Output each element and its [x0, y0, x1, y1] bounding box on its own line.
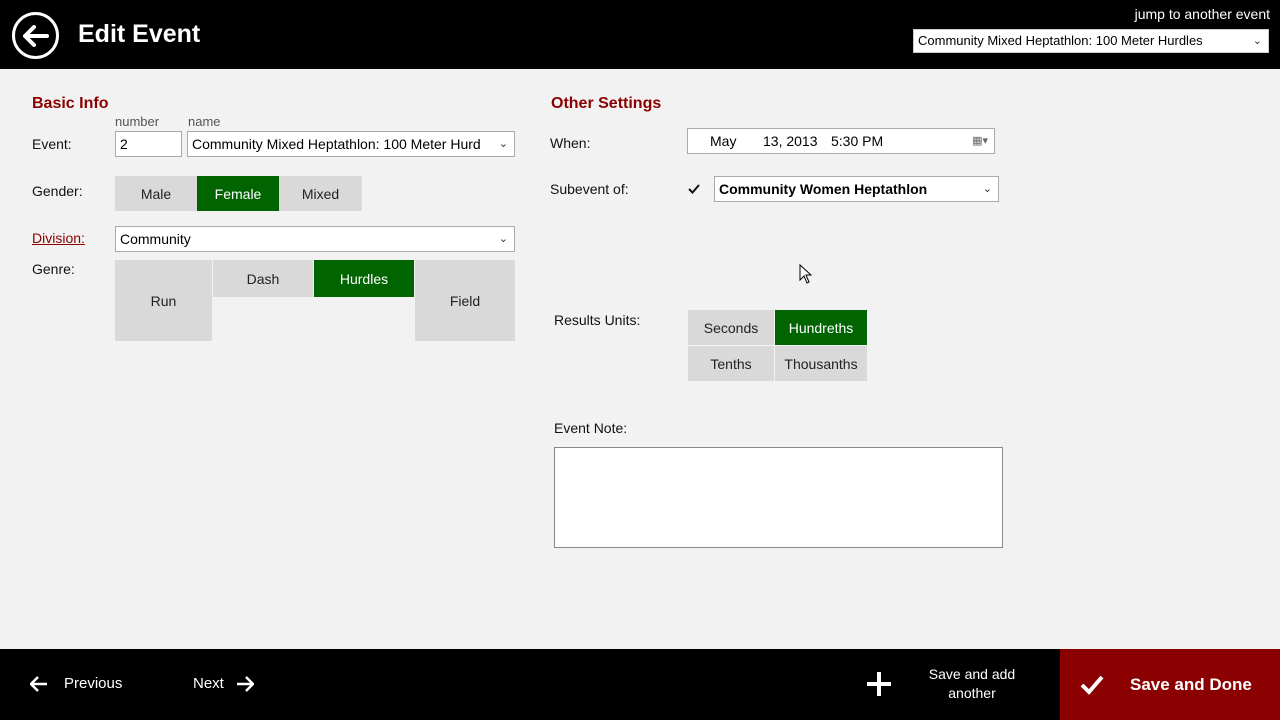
- chevron-down-icon: ⌄: [498, 138, 508, 150]
- header-bar: Edit Event jump to another event Communi…: [0, 0, 1280, 69]
- results-units-label: Results Units:: [554, 312, 641, 328]
- save-add-another-label: Save and add another: [928, 666, 1016, 701]
- name-column-label: name: [188, 114, 221, 129]
- checkmark-icon: [1080, 675, 1104, 695]
- basic-info-title: Basic Info: [32, 95, 109, 112]
- when-time: 5:30 PM: [831, 133, 884, 149]
- when-label: When:: [550, 135, 591, 151]
- units-seconds-button[interactable]: Seconds: [688, 310, 774, 345]
- arrow-right-icon: [236, 675, 254, 692]
- previous-button[interactable]: Previous: [30, 675, 122, 692]
- when-month: May: [710, 133, 737, 149]
- gender-female-button[interactable]: Female: [197, 176, 279, 211]
- arrow-left-icon: [22, 24, 49, 47]
- division-link[interactable]: Division:: [32, 230, 85, 246]
- save-and-done-button[interactable]: Save and Done: [1060, 649, 1280, 720]
- when-datetime-picker[interactable]: May 13, 2013 5:30 PM ▦▾: [687, 128, 995, 154]
- event-note-textarea[interactable]: [554, 447, 1003, 548]
- checkmark-icon: [688, 184, 700, 194]
- jump-label: jump to another event: [1134, 6, 1270, 22]
- number-column-label: number: [115, 114, 160, 129]
- chevron-down-icon: ⌄: [498, 233, 508, 245]
- event-name-value: Community Mixed Heptathlon: 100 Meter Hu…: [192, 136, 481, 152]
- chevron-down-icon: ⌄: [1252, 35, 1262, 47]
- division-value: Community: [120, 231, 191, 247]
- genre-hurdles-button[interactable]: Hurdles: [314, 260, 414, 297]
- units-hundreths-button[interactable]: Hundreths: [775, 310, 867, 345]
- gender-label: Gender:: [32, 183, 83, 199]
- chevron-down-icon: ⌄: [982, 183, 992, 195]
- genre-run-button[interactable]: Run: [115, 260, 212, 341]
- division-select[interactable]: Community ⌄: [115, 226, 515, 252]
- footer-bar: Previous Next Save and add another Save …: [0, 649, 1280, 720]
- mouse-cursor-icon: [799, 264, 813, 284]
- save-and-done-label: Save and Done: [1130, 674, 1252, 694]
- genre-field-button[interactable]: Field: [415, 260, 515, 341]
- calendar-icon[interactable]: ▦▾: [972, 129, 988, 153]
- gender-male-button[interactable]: Male: [115, 176, 197, 211]
- plus-icon: [867, 672, 891, 696]
- event-note-label: Event Note:: [554, 420, 628, 436]
- page-title: Edit Event: [78, 20, 201, 48]
- other-settings-title: Other Settings: [551, 95, 662, 112]
- next-label: Next: [193, 675, 224, 692]
- subevent-select[interactable]: Community Women Heptathlon ⌄: [714, 176, 999, 202]
- previous-label: Previous: [64, 675, 123, 692]
- jump-event-select[interactable]: Community Mixed Heptathlon: 100 Meter Hu…: [913, 29, 1269, 53]
- event-label: Event:: [32, 136, 72, 152]
- subevent-label: Subevent of:: [550, 181, 629, 197]
- event-number-input[interactable]: 2: [115, 131, 182, 157]
- when-day-year: 13, 2013: [763, 133, 818, 149]
- genre-dash-button[interactable]: Dash: [213, 260, 313, 297]
- genre-label: Genre:: [32, 261, 75, 277]
- units-tenths-button[interactable]: Tenths: [688, 346, 774, 381]
- save-add-another-button[interactable]: Save and add another: [866, 665, 1022, 703]
- back-button[interactable]: [12, 12, 59, 59]
- units-thousanths-button[interactable]: Thousanths: [775, 346, 867, 381]
- arrow-left-icon: [30, 675, 47, 692]
- subevent-checkbox[interactable]: [687, 182, 701, 196]
- next-button[interactable]: Next: [193, 675, 254, 692]
- jump-event-select-value: Community Mixed Heptathlon: 100 Meter Hu…: [918, 33, 1203, 48]
- gender-mixed-button[interactable]: Mixed: [279, 176, 362, 211]
- subevent-value: Community Women Heptathlon: [719, 181, 928, 197]
- event-name-select[interactable]: Community Mixed Heptathlon: 100 Meter Hu…: [187, 131, 515, 157]
